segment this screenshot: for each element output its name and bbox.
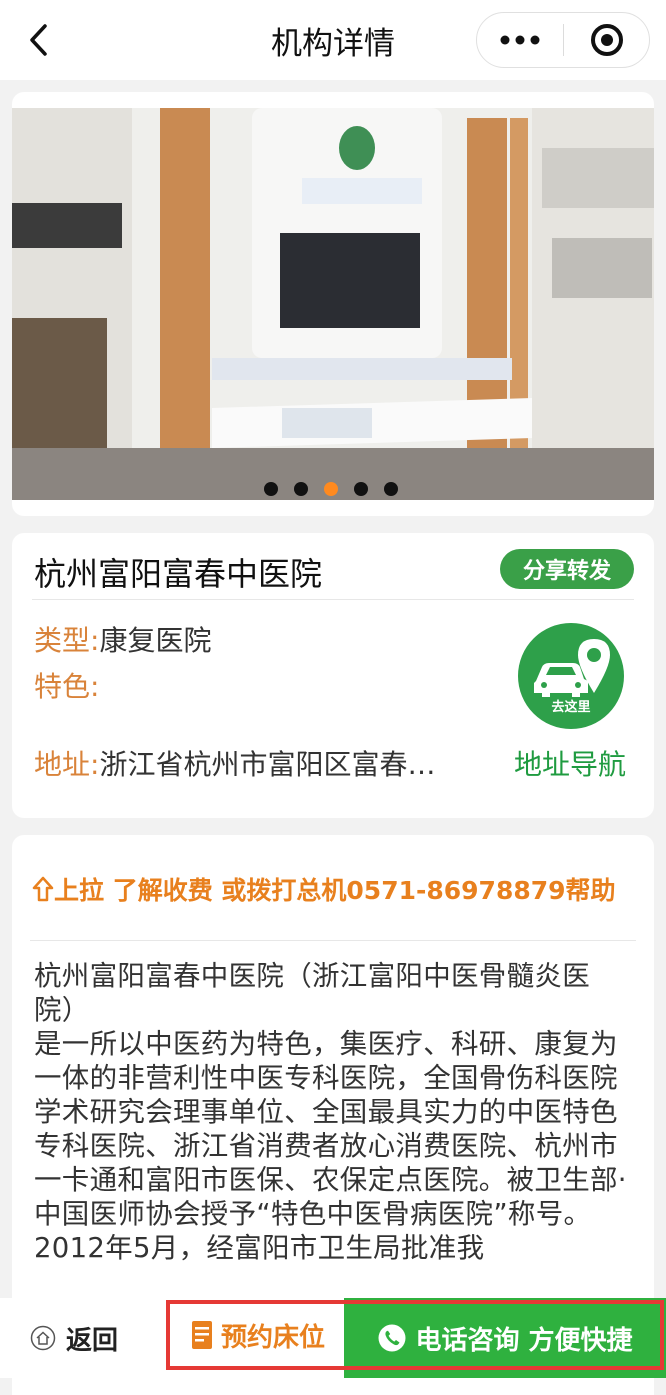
address-row: 地址:浙江省杭州市富阳区富春… (34, 743, 435, 783)
hospital-description: 杭州富阳富春中医院（浙江富阳中医骨髓炎医院） 是一所以中医药为特色，集医疗、科研… (34, 960, 627, 1264)
hospital-lobby-photo (12, 108, 654, 500)
more-dots-icon[interactable] (477, 12, 563, 68)
arrow-up-icon (32, 876, 54, 902)
share-button[interactable]: 分享转发 (500, 549, 634, 589)
address-value: 浙江省杭州市富阳区富春… (99, 748, 436, 781)
carousel-dot[interactable] (294, 482, 308, 496)
hospital-name: 杭州富阳富春中医院 (34, 555, 323, 593)
address-navigation-link[interactable]: 地址导航 (514, 743, 626, 783)
phone-consult-button[interactable]: 电话咨询 方便快捷 (344, 1298, 666, 1378)
divider (30, 940, 636, 941)
back-label: 返回 (66, 1325, 119, 1356)
phone-consult-label: 电话咨询 方便快捷 (415, 1325, 633, 1356)
go-here-label: 去这里 (551, 700, 591, 715)
home-icon (30, 1325, 56, 1351)
feature-row: 特色: (34, 665, 99, 705)
pull-up-notice[interactable]: 上拉 了解收费 或拨打总机0571-86978879帮助 (32, 871, 616, 907)
hospital-info-card: 杭州富阳富春中医院 分享转发 类型:康复医院 特色: 地址:浙江省杭州市富阳区富… (12, 533, 654, 818)
divider (32, 599, 634, 600)
carousel-dot[interactable] (264, 482, 278, 496)
photo-carousel[interactable] (12, 92, 654, 516)
document-icon (191, 1321, 212, 1349)
book-bed-label: 预约床位 (220, 1322, 325, 1353)
close-target-icon[interactable] (564, 12, 649, 68)
mini-program-capsule (476, 12, 650, 68)
type-label: 类型: (34, 624, 100, 657)
carousel-dots (264, 482, 398, 496)
type-value: 康复医院 (99, 624, 212, 657)
type-row: 类型:康复医院 (34, 619, 211, 659)
bottom-action-bar: 返回 预约床位 电话咨询 方便快捷 (0, 1298, 666, 1378)
notice-text: 上拉 了解收费 或拨打总机0571-86978879帮助 (54, 876, 616, 905)
carousel-dot[interactable] (384, 482, 398, 496)
feature-label: 特色: (34, 670, 100, 703)
carousel-dot[interactable] (354, 482, 368, 496)
go-here-button[interactable]: 去这里 (518, 623, 624, 729)
book-bed-button[interactable]: 预约床位 (170, 1304, 346, 1366)
back-home-button[interactable]: 返回 (30, 1298, 118, 1378)
phone-icon (378, 1324, 406, 1352)
address-label: 地址: (34, 748, 100, 781)
carousel-dot-active[interactable] (324, 482, 338, 496)
nav-header: 机构详情 (0, 0, 666, 80)
